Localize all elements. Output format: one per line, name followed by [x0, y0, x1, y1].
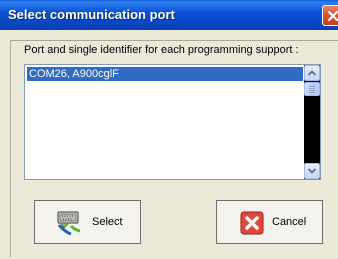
dialog-window: Select communication port Port and singl… [0, 0, 338, 259]
list-item-selected[interactable]: COM26, A900cglF [27, 67, 303, 81]
close-icon [327, 10, 338, 22]
close-button[interactable] [322, 5, 338, 26]
select-button-label: Select [92, 216, 123, 228]
grip-line [309, 86, 315, 87]
grip-line [309, 92, 315, 93]
scroll-down-button[interactable] [304, 163, 320, 179]
cancel-button[interactable]: Cancel [216, 200, 323, 244]
port-listbox[interactable]: COM26, A900cglF [24, 64, 321, 180]
grip-line [309, 88, 315, 89]
serial-port-device-icon [57, 211, 81, 236]
scroll-up-button[interactable] [304, 65, 320, 81]
vertical-scrollbar[interactable] [304, 65, 320, 179]
cancel-button-label: Cancel [272, 216, 307, 228]
grip-line [309, 90, 315, 91]
chevron-down-icon [308, 168, 316, 174]
chevron-up-icon [308, 70, 316, 76]
select-button[interactable]: Select [34, 200, 141, 244]
scroll-thumb[interactable] [304, 82, 320, 96]
port-list-label: Port and single identifier for each prog… [24, 44, 299, 56]
window-title: Select communication port [8, 7, 175, 22]
title-bar[interactable]: Select communication port [0, 0, 338, 30]
red-x-icon [240, 211, 264, 235]
